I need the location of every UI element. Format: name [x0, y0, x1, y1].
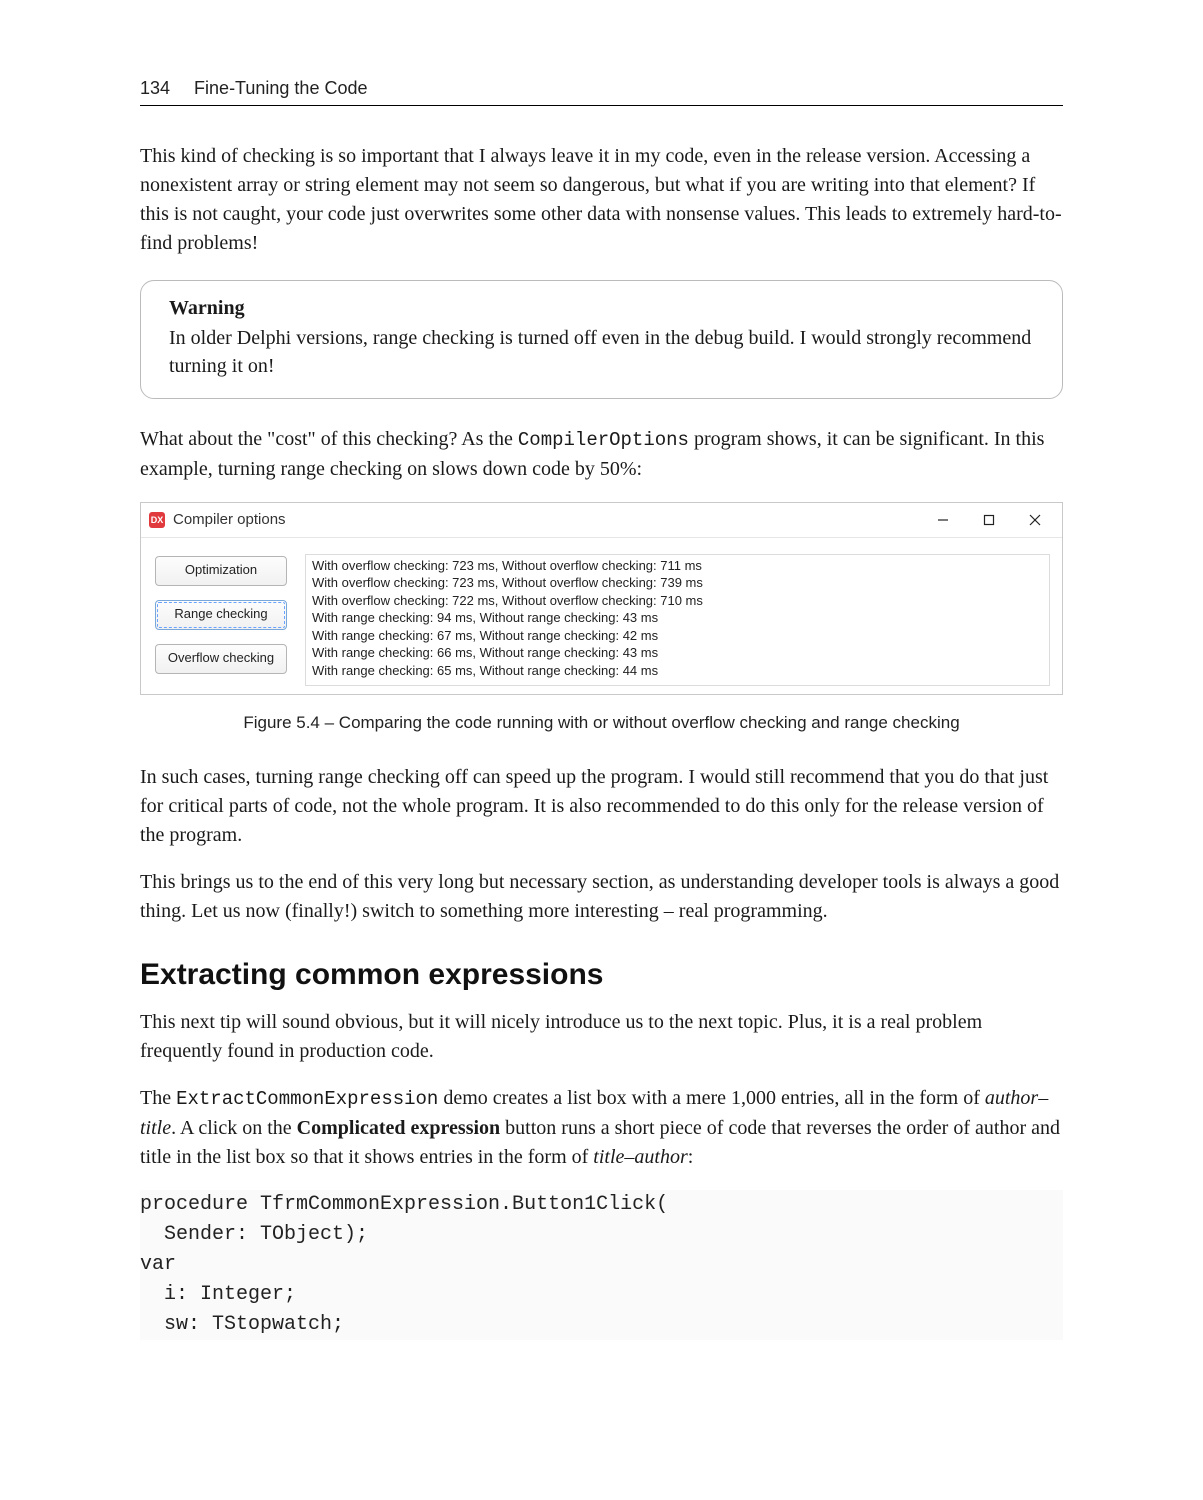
minimize-button[interactable]	[920, 505, 966, 535]
minimize-icon	[937, 514, 949, 526]
maximize-button[interactable]	[966, 505, 1012, 535]
window-button-column: Optimization Range checking Overflow che…	[155, 554, 287, 687]
maximize-icon	[983, 514, 995, 526]
figure-caption: Figure 5.4 – Comparing the code running …	[140, 713, 1063, 733]
paragraph-2: What about the "cost" of this checking? …	[140, 425, 1063, 484]
bold-complicated-expression: Complicated expression	[297, 1117, 501, 1139]
paragraph-5: This next tip will sound obvious, but it…	[140, 1008, 1063, 1066]
inline-code-compileroptions: CompilerOptions	[518, 429, 689, 451]
window-title: Compiler options	[173, 511, 920, 528]
paragraph-6-b: demo creates a list box with a mere 1,00…	[438, 1087, 985, 1109]
close-icon	[1029, 514, 1041, 526]
overflow-checking-button[interactable]: Overflow checking	[155, 644, 287, 674]
range-checking-button[interactable]: Range checking	[155, 600, 287, 630]
paragraph-1: This kind of checking is so important th…	[140, 142, 1063, 258]
output-line: With range checking: 94 ms, Without rang…	[312, 609, 1043, 627]
output-line: With overflow checking: 722 ms, Without …	[312, 592, 1043, 610]
callout-title: Warning	[169, 297, 1034, 320]
chapter-title: Fine-Tuning the Code	[194, 78, 367, 99]
app-icon: DX	[149, 512, 165, 528]
output-line: With range checking: 66 ms, Without rang…	[312, 644, 1043, 662]
paragraph-4: This brings us to the end of this very l…	[140, 868, 1063, 926]
output-line: With range checking: 67 ms, Without rang…	[312, 627, 1043, 645]
inline-code-extractcommonexpression: ExtractCommonExpression	[176, 1088, 438, 1110]
output-line: With overflow checking: 723 ms, Without …	[312, 574, 1043, 592]
paragraph-3: In such cases, turning range checking of…	[140, 763, 1063, 850]
page-header: 134 Fine-Tuning the Code	[140, 78, 1063, 106]
close-button[interactable]	[1012, 505, 1058, 535]
paragraph-6: The ExtractCommonExpression demo creates…	[140, 1084, 1063, 1172]
section-heading: Extracting common expressions	[140, 958, 1063, 992]
warning-callout: Warning In older Delphi versions, range …	[140, 280, 1063, 399]
window-controls	[920, 505, 1058, 535]
output-line: With overflow checking: 723 ms, Without …	[312, 557, 1043, 575]
window-body: Optimization Range checking Overflow che…	[141, 538, 1062, 695]
paragraph-6-a: The	[140, 1087, 176, 1109]
italic-title-author: title–author	[593, 1146, 687, 1168]
compiler-options-window: DX Compiler options Optimization Range c…	[140, 502, 1063, 696]
optimization-button[interactable]: Optimization	[155, 556, 287, 586]
page-number: 134	[140, 78, 170, 99]
window-titlebar: DX Compiler options	[141, 503, 1062, 538]
paragraph-6-e: :	[688, 1146, 694, 1168]
output-line: With range checking: 65 ms, Without rang…	[312, 662, 1043, 680]
code-block: procedure TfrmCommonExpression.Button1Cl…	[140, 1190, 1063, 1340]
callout-body: In older Delphi versions, range checking…	[169, 324, 1034, 380]
paragraph-6-c: . A click on the	[171, 1117, 297, 1139]
paragraph-2-part-a: What about the "cost" of this checking? …	[140, 428, 518, 450]
output-panel: With overflow checking: 723 ms, Without …	[305, 554, 1050, 687]
